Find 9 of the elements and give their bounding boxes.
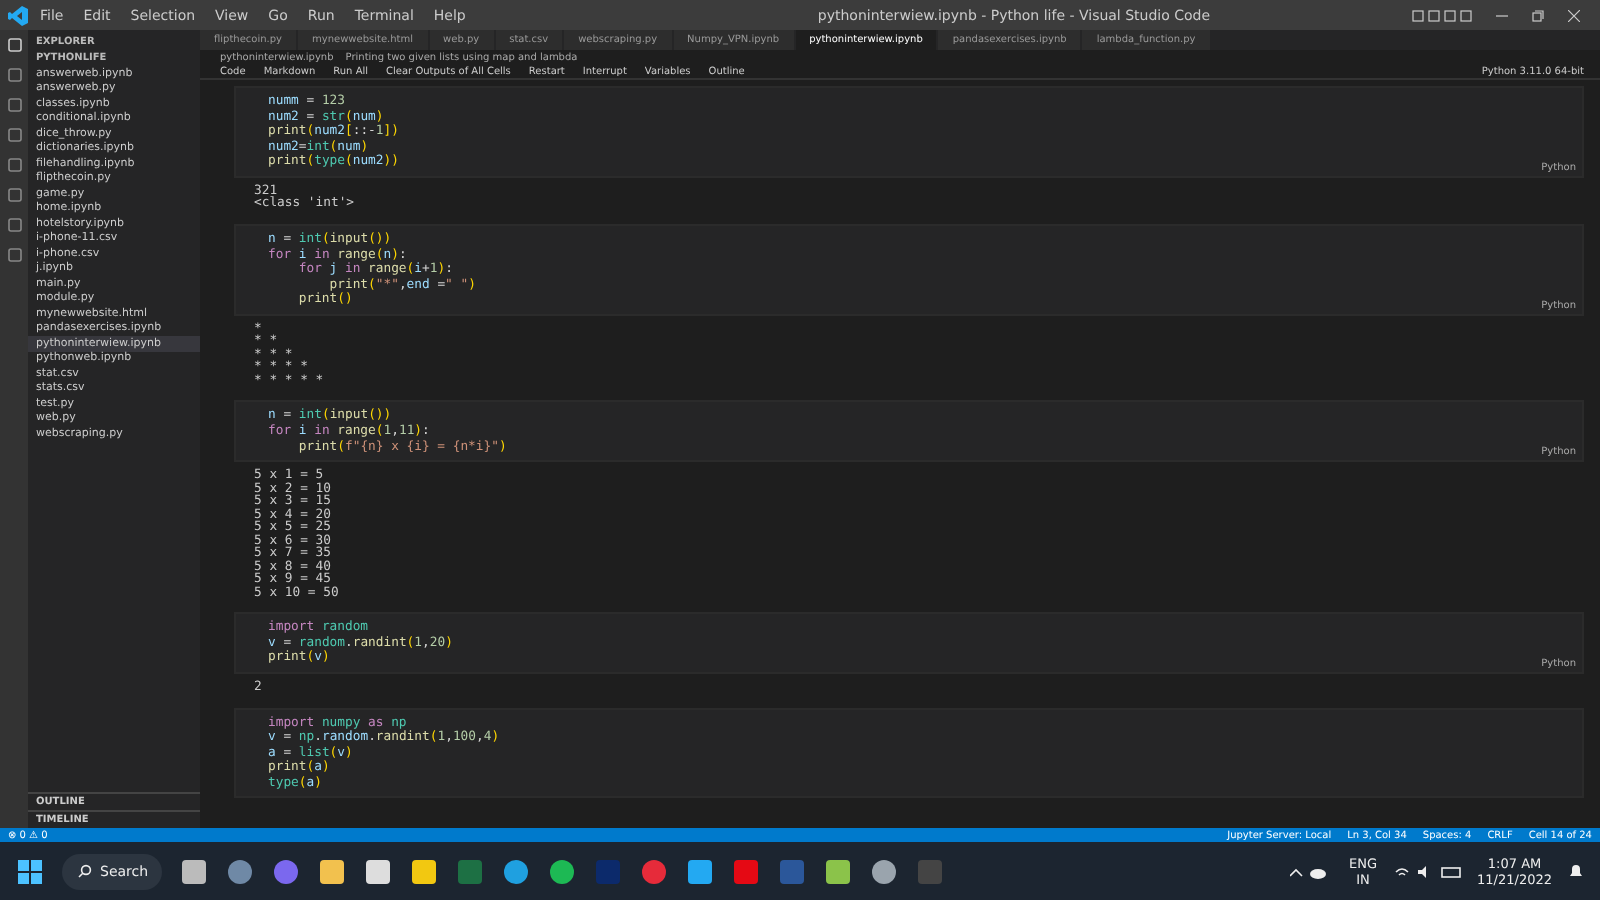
network-volume-battery-icon[interactable] [1393, 863, 1462, 879]
vscode-logo-icon [8, 5, 28, 25]
minimize-icon[interactable] [1496, 9, 1508, 21]
windows-start-icon[interactable] [16, 857, 44, 885]
layout-icon[interactable] [1412, 9, 1472, 21]
notification-icon[interactable] [1568, 862, 1584, 880]
search-icon [78, 864, 92, 878]
restore-icon[interactable] [1532, 9, 1544, 21]
close-icon[interactable] [1568, 9, 1580, 21]
